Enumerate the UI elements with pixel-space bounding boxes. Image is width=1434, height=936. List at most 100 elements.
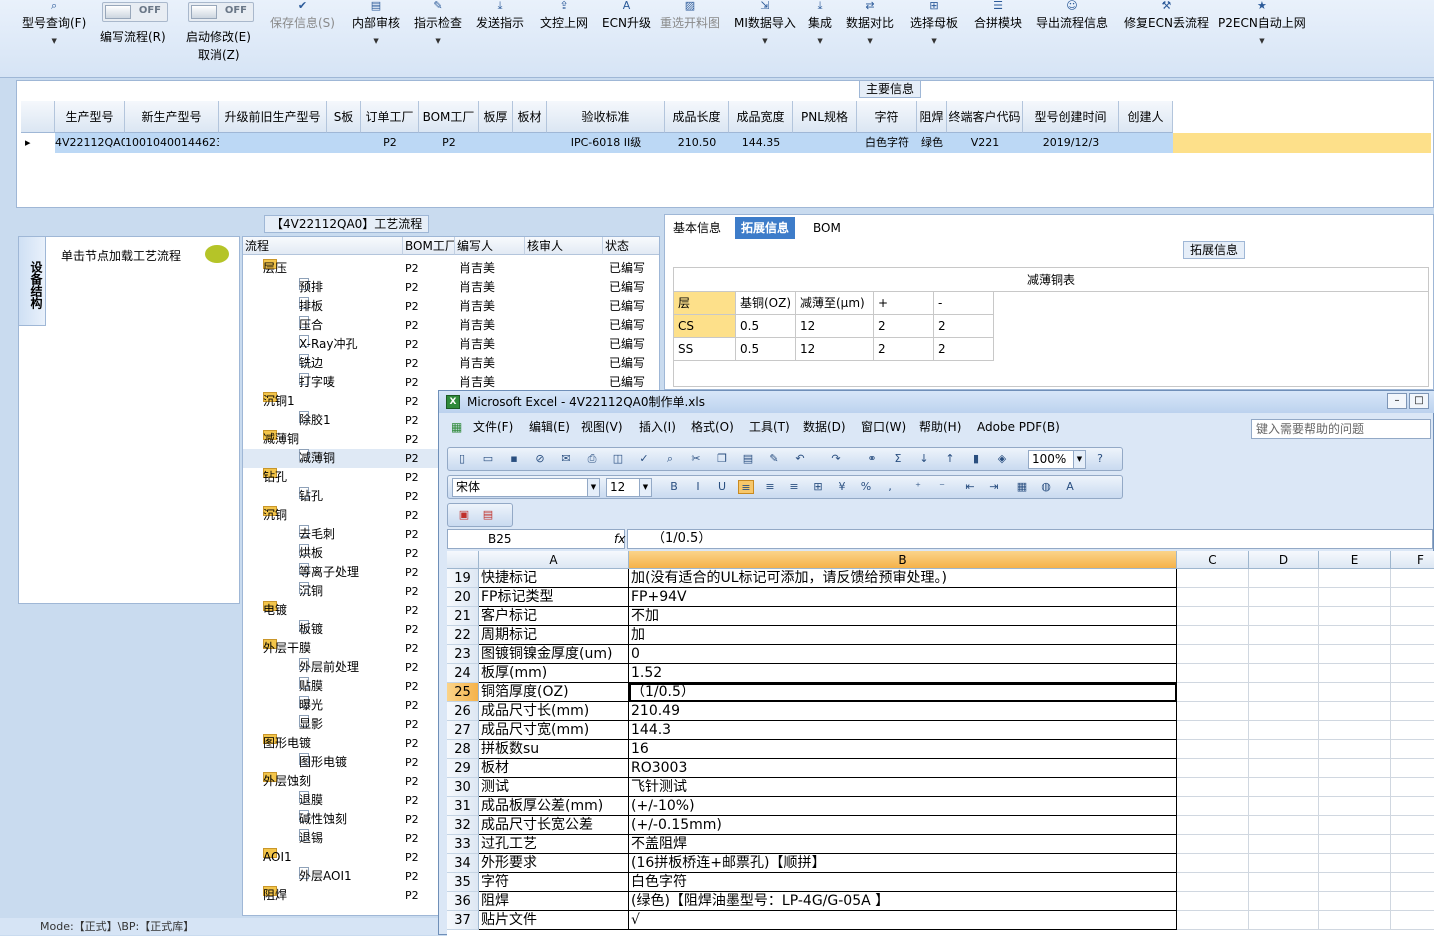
grid-header-11[interactable]: PNL规格 (793, 101, 857, 133)
grid-header-1[interactable]: 新生产型号 (125, 101, 219, 133)
chevron-down-icon[interactable]: ▼ (22, 37, 86, 45)
empty-cell[interactable] (1249, 854, 1319, 873)
empty-cell[interactable] (1319, 873, 1391, 892)
font-size-select[interactable]: 12 ▼ (606, 478, 652, 497)
empty-cell[interactable] (1319, 645, 1391, 664)
cell-A19[interactable]: 快捷标记 (479, 569, 629, 588)
tree-header-1[interactable]: BOM工厂 (403, 237, 455, 255)
cell-B29[interactable]: RO3003 (629, 759, 1177, 778)
empty-cell[interactable] (1319, 911, 1391, 930)
cell-A20[interactable]: FP标记类型 (479, 588, 629, 607)
cell-B26[interactable]: 210.49 (629, 702, 1177, 721)
empty-cell[interactable] (1391, 607, 1434, 626)
toolbar-button-14[interactable]: ☰ 合拼模块 (974, 0, 1022, 31)
row-header-36[interactable]: 36 (447, 892, 479, 911)
cell-B32[interactable]: (+/-0.15mm) (629, 816, 1177, 835)
inc-decimal-icon[interactable]: ⁺ (910, 480, 926, 494)
toolbar-button-3[interactable]: ✔ 保存信息(S) (270, 0, 335, 31)
grid-cell-1[interactable]: 10010400144623 (125, 133, 219, 153)
grid-header-12[interactable]: 字符 (857, 101, 917, 133)
row-header-19[interactable]: 19 (447, 569, 479, 588)
preview-icon[interactable]: ◫ (610, 452, 626, 466)
menu-4[interactable]: 格式(O) (691, 417, 734, 437)
cell-B36[interactable]: (绿色)【阻焊油墨型号：LP-4G/G-05A 】 (629, 892, 1177, 911)
tree-row[interactable]: 压合 P2 肖吉美 已编写 (243, 316, 659, 335)
cell-B25[interactable]: （1/0.5） (629, 683, 1177, 702)
grid-cell-4[interactable]: P2 (361, 133, 419, 153)
empty-cell[interactable] (1177, 664, 1249, 683)
empty-cell[interactable] (1249, 778, 1319, 797)
empty-cell[interactable] (1391, 778, 1434, 797)
grid-cell-15[interactable]: 2019/12/3 (1023, 133, 1119, 153)
empty-cell[interactable] (1391, 626, 1434, 645)
row-header-35[interactable]: 35 (447, 873, 479, 892)
vertical-tab-device-structure[interactable]: 设备结构 (18, 236, 46, 326)
grid-header-9[interactable]: 成品长度 (665, 101, 729, 133)
empty-cell[interactable] (1319, 740, 1391, 759)
grid-cell-2[interactable] (219, 133, 327, 153)
bold-icon[interactable]: B (666, 480, 682, 494)
empty-cell[interactable] (1319, 607, 1391, 626)
row-header-29[interactable]: 29 (447, 759, 479, 778)
empty-cell[interactable] (1249, 816, 1319, 835)
empty-cell[interactable] (1249, 569, 1319, 588)
empty-cell[interactable] (1391, 588, 1434, 607)
row-header-24[interactable]: 24 (447, 664, 479, 683)
copper-cell[interactable]: 2 (934, 338, 994, 361)
empty-cell[interactable] (1249, 664, 1319, 683)
empty-cell[interactable] (1249, 740, 1319, 759)
empty-cell[interactable] (1391, 892, 1434, 911)
format-painter-icon[interactable]: ✎ (766, 452, 782, 466)
chevron-down-icon[interactable]: ▼ (1073, 451, 1085, 468)
toolbar-button-6[interactable]: ⤓ 发送指示 (476, 0, 524, 31)
cell-A28[interactable]: 拼板数su (479, 740, 629, 759)
grid-cell-13[interactable]: 绿色 (917, 133, 947, 153)
empty-cell[interactable] (1249, 873, 1319, 892)
empty-cell[interactable] (1249, 892, 1319, 911)
empty-cell[interactable] (1249, 911, 1319, 930)
empty-cell[interactable] (1177, 835, 1249, 854)
empty-cell[interactable] (1177, 816, 1249, 835)
row-header-30[interactable]: 30 (447, 778, 479, 797)
spreadsheet-grid[interactable]: A B C D E F 19 快捷标记 加(没有适合的UL标记可添加，请反馈给预审处理。) 20 F… (447, 551, 1434, 936)
align-left-icon[interactable]: ≡ (738, 480, 754, 494)
copper-cell[interactable]: 0.5 (736, 338, 796, 361)
cell-B27[interactable]: 144.3 (629, 721, 1177, 740)
menu-5[interactable]: 工具(T) (749, 417, 790, 437)
column-header-A[interactable]: A (479, 551, 629, 569)
toolbar-button-10[interactable]: ⇲ MI数据导入 ▼ (734, 0, 796, 45)
cell-A25[interactable]: 铜箔厚度(OZ) (479, 683, 629, 702)
copper-header-1[interactable]: 基铜(OZ) (736, 292, 796, 315)
empty-cell[interactable] (1391, 740, 1434, 759)
column-header-E[interactable]: E (1319, 551, 1391, 569)
menu-0[interactable]: 文件(F) (473, 417, 513, 437)
empty-cell[interactable] (1391, 569, 1434, 588)
grid-cell-12[interactable]: 白色字符 (857, 133, 917, 153)
select-all-corner[interactable] (447, 551, 479, 569)
chevron-down-icon[interactable]: ▼ (846, 37, 894, 45)
empty-cell[interactable] (1249, 607, 1319, 626)
toggle-switch-2[interactable]: OFF (188, 2, 254, 22)
toolbar-button-17[interactable]: ★ P2ECN自动上网 ▼ (1218, 0, 1306, 45)
tree-header-3[interactable]: 核审人 (525, 237, 603, 255)
empty-cell[interactable] (1249, 721, 1319, 740)
chevron-down-icon[interactable]: ▼ (414, 37, 462, 45)
chat-bubble-icon[interactable] (205, 245, 229, 263)
empty-cell[interactable] (1391, 797, 1434, 816)
grid-cell-16[interactable] (1119, 133, 1173, 153)
currency-icon[interactable]: ¥ (834, 480, 850, 494)
chevron-down-icon[interactable]: ▼ (587, 479, 599, 496)
pdf-convert-icon[interactable]: ▣ (456, 508, 472, 522)
row-header-28[interactable]: 28 (447, 740, 479, 759)
empty-cell[interactable] (1249, 759, 1319, 778)
cell-A34[interactable]: 外形要求 (479, 854, 629, 873)
empty-cell[interactable] (1177, 721, 1249, 740)
empty-cell[interactable] (1319, 569, 1391, 588)
menu-9[interactable]: Adobe PDF(B) (977, 417, 1060, 437)
grid-cell-11[interactable] (793, 133, 857, 153)
empty-cell[interactable] (1391, 759, 1434, 778)
excel-doc-icon[interactable]: ▦ (451, 417, 462, 437)
chevron-down-icon[interactable]: ▼ (734, 37, 796, 45)
toolbar-button-12[interactable]: ⇄ 数据对比 ▼ (846, 0, 894, 45)
pdf-email-icon[interactable]: ▤ (480, 508, 496, 522)
